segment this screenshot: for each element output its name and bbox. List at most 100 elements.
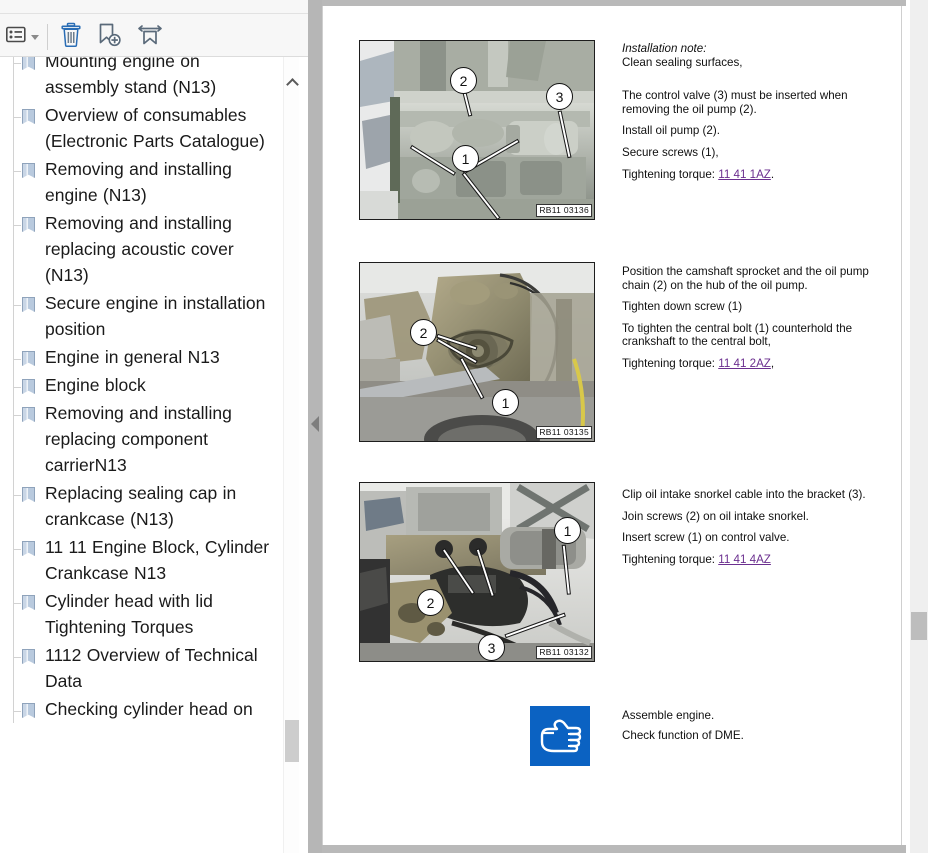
bookmark-item-label: Removing and installing engine (N13)	[45, 159, 232, 205]
tightening-torque-line: Tightening torque: 11 41 4AZ	[622, 553, 890, 567]
figure-1-callout-3: 3	[546, 83, 573, 110]
bookmark-item[interactable]: Checking cylinder head on	[0, 695, 283, 723]
callout-number: 2	[419, 324, 428, 341]
tree-guide-line	[13, 479, 14, 533]
bookmarks-scrollbar[interactable]	[283, 57, 299, 853]
bookmarks-scroll-up-button[interactable]	[284, 73, 300, 93]
torque-link[interactable]: 11 41 2AZ	[718, 357, 771, 370]
note-text: Assemble engine. Check function of DME.	[622, 709, 890, 742]
add-bookmark-button[interactable]	[92, 21, 126, 53]
collapse-left-icon[interactable]	[311, 416, 319, 432]
document-page: 2 3 1 RB11 03136 Installation note: Clea…	[322, 6, 902, 845]
instruction-line: Secure screws (1),	[622, 145, 719, 159]
bookmark-item-label: Checking cylinder head on	[45, 699, 253, 719]
tree-guide-line	[13, 209, 14, 289]
figure-3-photo	[360, 483, 594, 661]
instruction-line: To tighten the central bolt (1) counterh…	[622, 321, 853, 349]
tree-guide-line	[13, 641, 14, 695]
installation-note-subline: Clean sealing surfaces,	[622, 55, 743, 69]
tree-guide-line	[13, 371, 14, 399]
bookmark-item[interactable]: Mounting engine on assembly stand (N13)	[0, 57, 283, 101]
instruction-line: Join screws (2) on oil intake snorkel.	[622, 509, 809, 523]
trash-icon	[59, 22, 83, 53]
tree-guide-line	[13, 101, 14, 155]
delete-bookmark-button[interactable]	[54, 21, 88, 53]
tree-guide-line	[13, 343, 14, 371]
figure-1-callout-2: 2	[450, 67, 477, 94]
bookmark-item-label: Overview of consumables (Electronic Part…	[45, 105, 265, 151]
pointing-hand-icon	[530, 706, 590, 766]
instruction-line: The control valve (3) must be inserted w…	[622, 89, 848, 116]
callout-number: 2	[426, 594, 435, 611]
bookmark-item[interactable]: Replacing sealing cap in crankcase (N13)	[0, 479, 283, 533]
tightening-torque-line: Tightening torque: 11 41 2AZ,	[622, 357, 890, 371]
bookmark-item[interactable]: Removing and installing replacing compon…	[0, 399, 283, 479]
figure-1-label: RB11 03136	[536, 204, 592, 217]
text-spacer	[622, 77, 890, 89]
note-line: Check function of DME.	[622, 728, 744, 742]
torque-link[interactable]: 11 41 1AZ	[718, 168, 771, 181]
bookmark-item[interactable]: Engine block	[0, 371, 283, 399]
bookmark-item-label: Cylinder head with lid Tightening Torque…	[45, 591, 213, 637]
bookmark-options-button[interactable]	[0, 21, 44, 53]
toolbar-top-rule	[0, 13, 308, 14]
tree-guide-line	[13, 399, 14, 479]
instruction-line: Insert screw (1) on control valve.	[622, 531, 790, 545]
note-line: Assemble engine.	[622, 709, 715, 722]
figure-1-callout-1: 1	[452, 145, 479, 172]
bookmark-item-label: Engine in general N13	[45, 347, 220, 367]
installation-note-heading: Installation note:	[622, 42, 707, 55]
bookmark-item-label: Replacing sealing cap in crankcase (N13)	[45, 483, 237, 529]
figure-3: 1 2 3 RB11 03132	[359, 482, 595, 662]
bookmark-item-label: 1112 Overview of Technical Data	[45, 645, 258, 691]
bookmark-item[interactable]: Engine in general N13	[0, 343, 283, 371]
bookmark-item-label: Engine block	[45, 375, 146, 395]
bookmarks-toolbar	[0, 0, 308, 57]
figure-3-callout-3: 3	[478, 634, 505, 661]
torque-link[interactable]: 11 41 4AZ	[718, 553, 771, 566]
panel-splitter[interactable]	[308, 0, 322, 853]
bookmark-item[interactable]: 11 11 Engine Block, Cylinder Crankcase N…	[0, 533, 283, 587]
instruction-line: Tighten down screw (1)	[622, 300, 743, 314]
add-bookmark-icon	[96, 22, 122, 53]
tightening-torque-line: Tightening torque: 11 41 1AZ.	[622, 168, 890, 182]
bookmark-tree[interactable]: Mounting engine on assembly stand (N13) O…	[0, 57, 283, 853]
bookmark-item[interactable]: Secure engine in installation position	[0, 289, 283, 343]
instruction-line: Position the camshaft sprocket and the o…	[622, 265, 869, 292]
bookmark-item[interactable]: 1112 Overview of Technical Data	[0, 641, 283, 695]
figure-2-label: RB11 03135	[536, 426, 592, 439]
chevron-up-icon	[285, 78, 299, 91]
page-gap-bottom	[322, 845, 906, 853]
expand-bookmark-icon	[136, 22, 164, 53]
callout-number: 3	[555, 88, 564, 105]
toolbar-separator	[47, 24, 48, 50]
document-scroll-thumb[interactable]	[911, 612, 927, 640]
bookmark-icon	[14, 216, 38, 234]
pdf-viewer-window: Mounting engine on assembly stand (N13) O…	[0, 0, 928, 853]
torque-suffix: .	[770, 167, 775, 181]
bookmark-item-label: Removing and installing replacing acoust…	[45, 213, 234, 285]
bookmark-icon	[14, 594, 38, 612]
torque-label: Tightening torque:	[622, 356, 719, 370]
figure-2-callout-2: 2	[410, 319, 437, 346]
bookmark-item-label: Secure engine in installation position	[45, 293, 266, 339]
figure-2-photo	[360, 263, 594, 441]
bookmark-item-label: Removing and installing replacing compon…	[45, 403, 232, 475]
tree-guide-line	[13, 533, 14, 587]
expand-bookmark-button[interactable]	[133, 21, 167, 53]
bookmark-item[interactable]: Removing and installing engine (N13)	[0, 155, 283, 209]
bookmark-item[interactable]: Overview of consumables (Electronic Part…	[0, 101, 283, 155]
tree-guide-line	[13, 289, 14, 343]
document-scrollbar[interactable]	[910, 0, 928, 853]
bookmark-icon	[14, 296, 38, 314]
document-viewer: 2 3 1 RB11 03136 Installation note: Clea…	[322, 0, 928, 853]
figure-2-callout-1: 1	[492, 389, 519, 416]
figure-3-callout-2: 2	[417, 589, 444, 616]
bookmark-icon	[14, 350, 38, 368]
bookmarks-scroll-thumb[interactable]	[285, 720, 299, 762]
figure-1-text: Installation note: Clean sealing surface…	[622, 42, 890, 189]
bookmark-icon	[14, 540, 38, 558]
bookmark-item[interactable]: Cylinder head with lid Tightening Torque…	[0, 587, 283, 641]
torque-suffix: ,	[770, 356, 775, 370]
bookmark-item[interactable]: Removing and installing replacing acoust…	[0, 209, 283, 289]
